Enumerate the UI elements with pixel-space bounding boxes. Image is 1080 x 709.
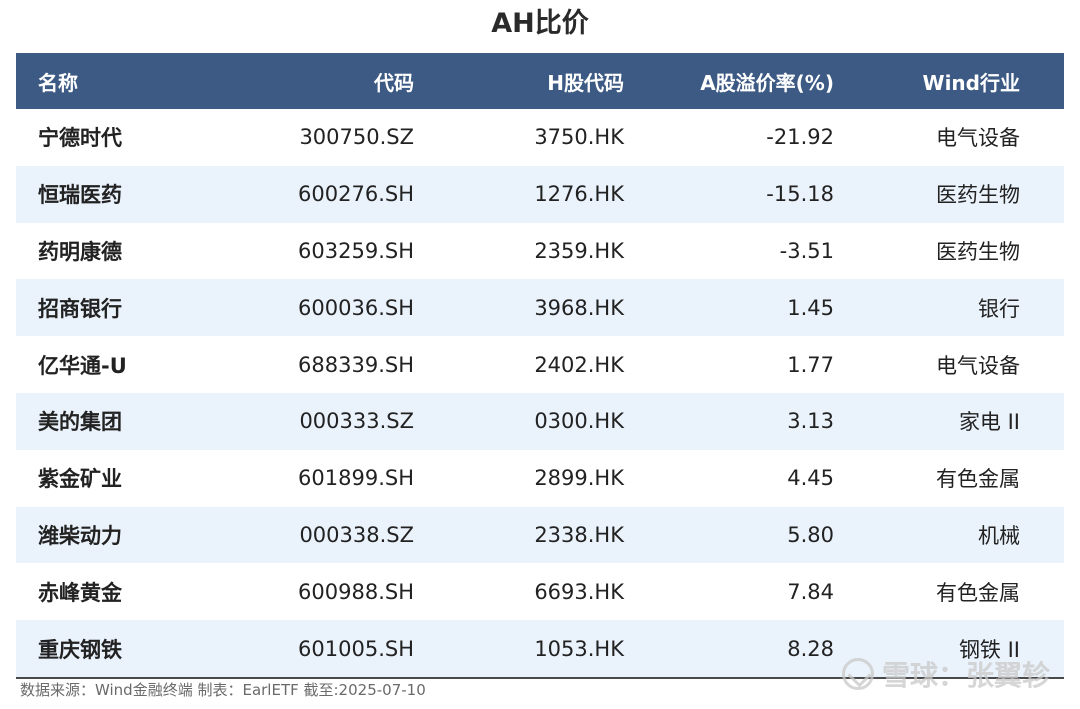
cell-premium: 4.45 <box>787 466 834 491</box>
header-code: 代码 <box>374 70 414 95</box>
table-row: 药明康德 603259.SH 2359.HK -3.51 医药生物 <box>16 222 1064 280</box>
source-note: 数据来源：Wind金融终端 制表：EarlETF 截至:2025-07-10 <box>20 681 426 699</box>
table-row: 紫金矿业 601899.SH 2899.HK 4.45 有色金属 <box>16 449 1064 507</box>
cell-code: 300750.SZ <box>299 125 414 150</box>
table-row: 恒瑞医药 600276.SH 1276.HK -15.18 医药生物 <box>16 165 1064 223</box>
cell-industry: 有色金属 <box>936 467 1020 492</box>
cell-industry: 银行 <box>978 296 1020 321</box>
header-name: 名称 <box>38 70 78 95</box>
table-header: 名称 代码 H股代码 A股溢价率(%) Wind行业 <box>16 53 1064 109</box>
cell-name: 紫金矿业 <box>38 467 122 492</box>
cell-h-code: 2359.HK <box>534 238 624 263</box>
cell-premium: -3.51 <box>779 238 834 263</box>
table-row: 亿华通-U 688339.SH 2402.HK 1.77 电气设备 <box>16 336 1064 393</box>
cell-name: 招商银行 <box>38 296 122 321</box>
cell-name: 宁德时代 <box>38 126 122 151</box>
cell-name: 亿华通-U <box>38 353 127 378</box>
cell-h-code: 0300.HK <box>534 409 624 434</box>
cell-h-code: 1053.HK <box>534 636 624 661</box>
cell-code: 000338.SZ <box>299 522 414 547</box>
cell-industry: 机械 <box>978 523 1020 548</box>
cell-code: 601899.SH <box>298 466 414 491</box>
cell-premium: -21.92 <box>766 125 834 150</box>
cell-h-code: 1276.HK <box>534 182 624 207</box>
cell-code: 000333.SZ <box>299 409 414 434</box>
table-row: 赤峰黄金 600988.SH 6693.HK 7.84 有色金属 <box>16 563 1064 621</box>
cell-h-code: 3750.HK <box>534 125 624 150</box>
table-row: 潍柴动力 000338.SZ 2338.HK 5.80 机械 <box>16 506 1064 564</box>
xueqiu-logo-icon <box>841 658 874 690</box>
cell-premium: 1.45 <box>787 295 834 320</box>
cell-code: 600036.SH <box>298 295 414 320</box>
cell-premium: 8.28 <box>787 636 834 661</box>
table-row: 招商银行 600036.SH 3968.HK 1.45 银行 <box>16 279 1064 337</box>
cell-industry: 医药生物 <box>936 239 1020 264</box>
header-h-code: H股代码 <box>547 70 624 95</box>
cell-premium: 7.84 <box>787 579 834 604</box>
cell-industry: 有色金属 <box>936 580 1020 605</box>
cell-industry: 家电 II <box>958 410 1020 435</box>
watermark: 雪球：张翼轸 <box>841 654 1050 694</box>
cell-premium: 1.77 <box>787 352 834 377</box>
cell-premium: -15.18 <box>766 182 834 207</box>
table-title: AH比价 <box>491 8 589 39</box>
ah-premium-table: 名称 代码 H股代码 A股溢价率(%) Wind行业 宁德时代 300750.S… <box>16 53 1064 679</box>
cell-name: 恒瑞医药 <box>38 183 122 208</box>
cell-name: 潍柴动力 <box>38 523 122 548</box>
table-row: 宁德时代 300750.SZ 3750.HK -21.92 电气设备 <box>16 109 1064 166</box>
cell-premium: 3.13 <box>787 409 834 434</box>
cell-code: 603259.SH <box>298 238 414 263</box>
cell-h-code: 2338.HK <box>534 522 624 547</box>
table-row: 美的集团 000333.SZ 0300.HK 3.13 家电 II <box>16 392 1064 450</box>
cell-name: 赤峰黄金 <box>38 580 122 605</box>
cell-industry: 医药生物 <box>936 183 1020 208</box>
cell-name: 重庆钢铁 <box>38 637 122 662</box>
cell-code: 688339.SH <box>298 352 414 377</box>
header-industry: Wind行业 <box>922 70 1020 95</box>
cell-h-code: 6693.HK <box>534 579 624 604</box>
cell-industry: 电气设备 <box>936 353 1020 378</box>
cell-name: 药明康德 <box>38 239 122 264</box>
cell-code: 600988.SH <box>298 579 414 604</box>
cell-h-code: 2402.HK <box>534 352 624 377</box>
cell-name: 美的集团 <box>38 410 122 435</box>
header-premium: A股溢价率(%) <box>700 70 834 95</box>
cell-h-code: 3968.HK <box>534 295 624 320</box>
watermark-text: 雪球：张翼轸 <box>881 659 1050 692</box>
cell-premium: 5.80 <box>787 522 834 547</box>
cell-h-code: 2899.HK <box>534 466 624 491</box>
cell-code: 601005.SH <box>298 636 414 661</box>
cell-industry: 电气设备 <box>936 126 1020 151</box>
cell-code: 600276.SH <box>298 182 414 207</box>
